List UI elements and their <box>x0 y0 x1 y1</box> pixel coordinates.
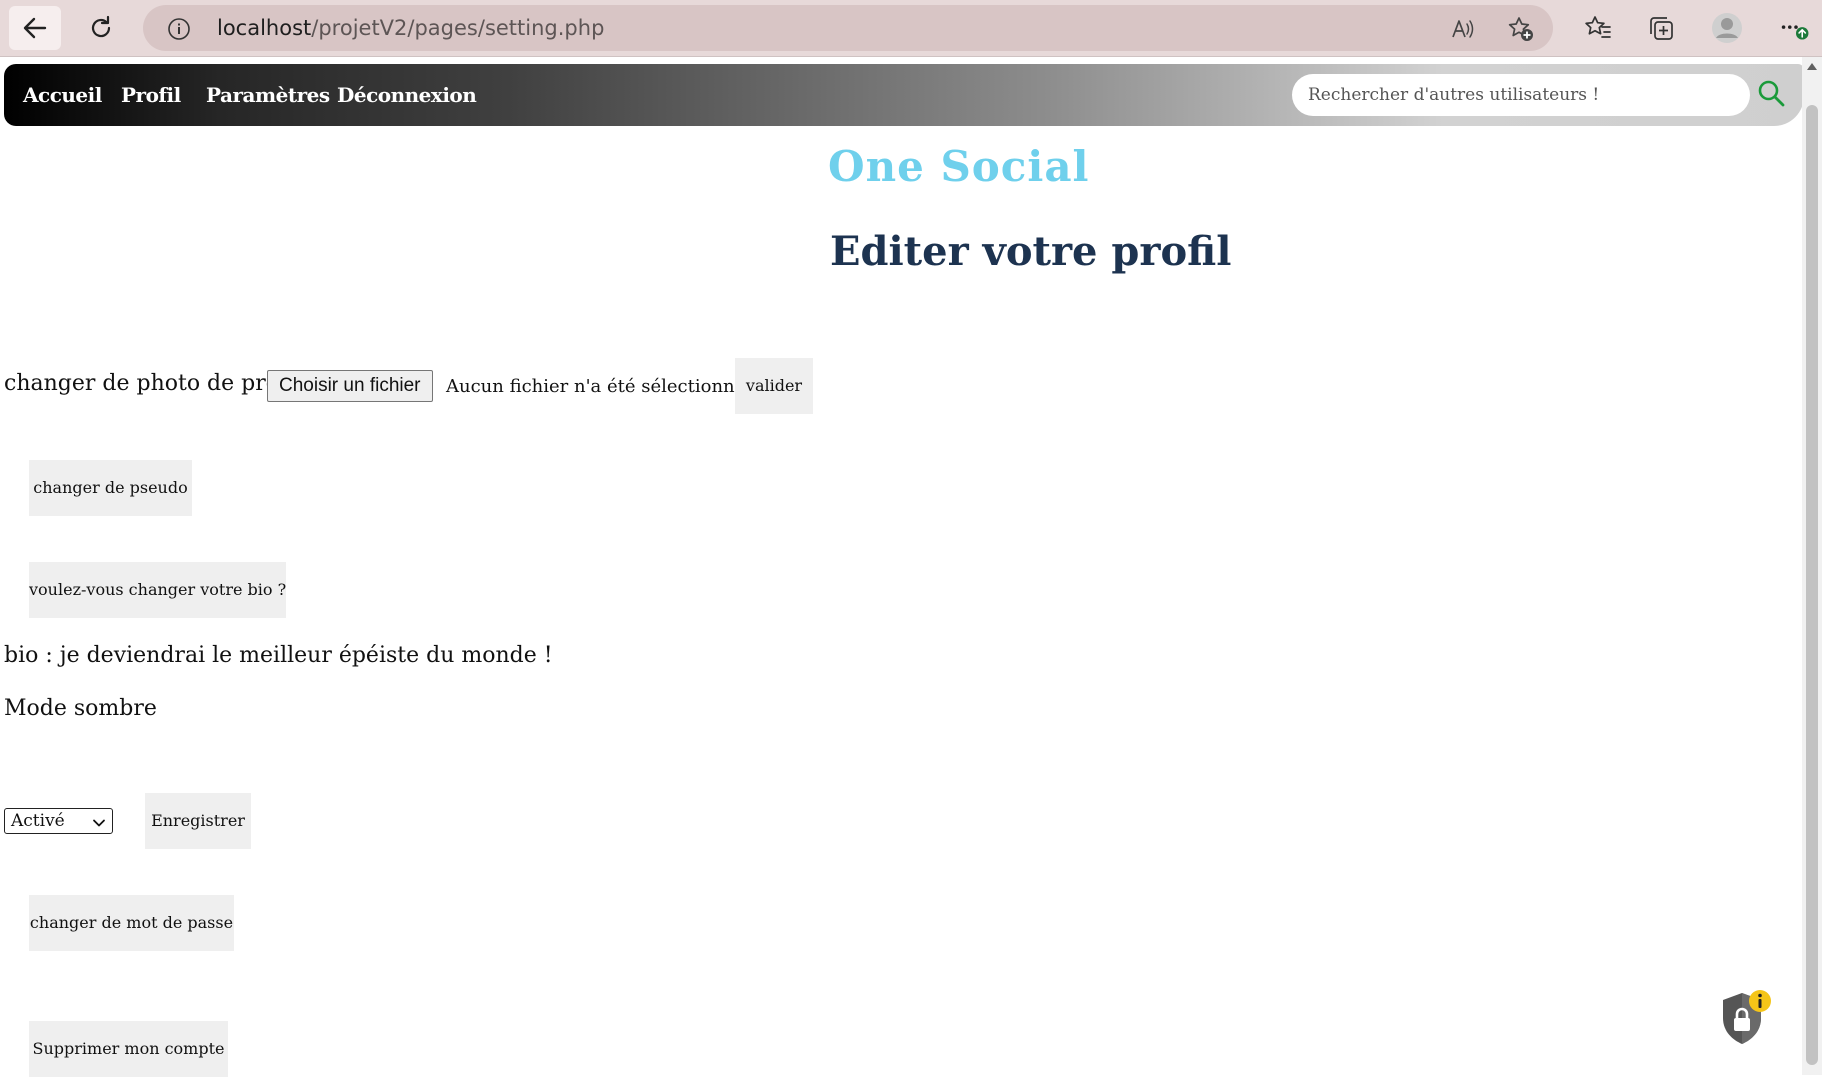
nav-parametres[interactable]: Paramètres <box>206 64 330 126</box>
validate-button[interactable]: valider <box>735 358 813 414</box>
nav-profil[interactable]: Profil <box>121 64 181 126</box>
bio-text: bio : je deviendrai le meilleur épéiste … <box>4 643 553 668</box>
change-password-button[interactable]: changer de mot de passe <box>29 895 234 951</box>
change-pseudo-button[interactable]: changer de pseudo <box>29 460 192 516</box>
scroll-thumb[interactable] <box>1806 105 1818 1065</box>
user-search-input[interactable] <box>1292 74 1750 116</box>
page-scrollbar[interactable] <box>1802 57 1822 1075</box>
read-aloud-icon[interactable] <box>1449 15 1477 43</box>
reload-icon <box>87 14 115 42</box>
url-text[interactable]: localhost/projetV2/pages/setting.php <box>217 5 604 51</box>
arrow-left-icon <box>20 13 50 43</box>
favorites-icon[interactable] <box>1582 12 1614 44</box>
dark-mode-value: Activé <box>11 811 65 831</box>
scroll-up-arrow-icon[interactable] <box>1807 63 1817 70</box>
change-bio-button[interactable]: voulez-vous changer votre bio ? <box>29 562 286 618</box>
star-plus-icon[interactable] <box>1507 15 1535 43</box>
dark-mode-label: Mode sombre <box>4 696 157 721</box>
avatar-icon[interactable] <box>1711 12 1743 44</box>
site-logo: One Social <box>828 142 1090 191</box>
file-status: Aucun fichier n'a été sélectionné <box>446 376 746 397</box>
more-icon[interactable] <box>1780 12 1812 44</box>
photo-label: changer de photo de profil <box>4 371 301 396</box>
search-icon[interactable] <box>1756 78 1786 108</box>
url-host: localhost <box>217 16 312 40</box>
back-button[interactable] <box>9 6 61 50</box>
chevron-down-icon <box>92 813 106 837</box>
save-button[interactable]: Enregistrer <box>145 793 251 849</box>
dark-mode-select[interactable]: Activé <box>4 808 113 834</box>
reload-button[interactable] <box>75 6 127 50</box>
info-icon[interactable] <box>167 17 191 45</box>
url-path: /projetV2/pages/setting.php <box>311 16 605 40</box>
collections-icon[interactable] <box>1645 12 1677 44</box>
lock-shield-icon[interactable] <box>1718 988 1772 1050</box>
address-bar[interactable]: localhost/projetV2/pages/setting.php <box>143 5 1553 51</box>
delete-account-button[interactable]: Supprimer mon compte <box>29 1021 228 1077</box>
choose-file-button[interactable]: Choisir un fichier <box>267 370 433 402</box>
browser-toolbar: localhost/projetV2/pages/setting.php <box>0 0 1822 57</box>
nav-accueil[interactable]: Accueil <box>23 64 102 126</box>
nav-deconnexion[interactable]: Déconnexion <box>337 64 477 126</box>
page-title: Editer votre profil <box>830 228 1232 275</box>
